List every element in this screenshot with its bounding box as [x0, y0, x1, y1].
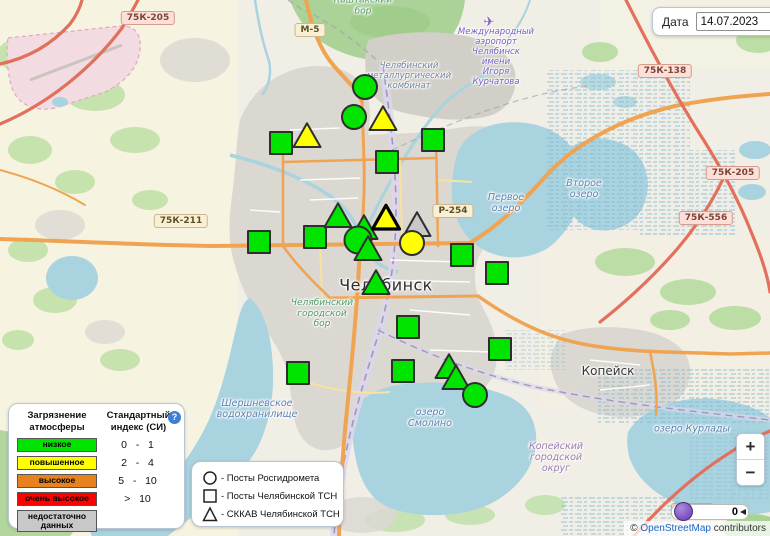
si-range: > 10	[97, 493, 178, 505]
info-icon[interactable]: ?	[168, 411, 181, 424]
stations-legend-label: - СККАВ Челябинской ТСН	[221, 509, 340, 520]
osm-link[interactable]: OpenStreetMap	[640, 523, 711, 534]
pollution-column-title: Загрязнение атмосферы	[15, 410, 99, 434]
attribution: © OpenStreetMap contributors	[624, 521, 770, 536]
pollution-legend: Загрязнение атмосферы Стандартный индекс…	[8, 403, 185, 529]
stations-legend-row: - Посты Челябинской ТСН	[202, 487, 343, 505]
pollution-legend-row: низкое0 - 1	[15, 438, 178, 452]
square-legend-icon	[202, 488, 221, 504]
stations-legend-row: - Посты Росгидромета	[202, 469, 343, 487]
date-label: Дата	[662, 15, 689, 29]
air-quality-map-app: ЧелябинскКопейскЧелябинскийметаллургичес…	[0, 0, 770, 536]
pollution-level-chip: повышенное	[17, 456, 97, 470]
date-input[interactable]	[696, 12, 770, 31]
pollution-level-chip: высокое	[17, 474, 97, 488]
stations-legend: - Посты Росгидромета - Посты Челябинской …	[191, 461, 344, 527]
si-range: 0 - 1	[97, 439, 178, 451]
pollution-legend-row: высокое5 - 10	[15, 474, 178, 488]
slider-value: 0	[732, 506, 738, 518]
circle-legend-icon	[202, 470, 221, 486]
stations-legend-label: - Посты Росгидромета	[221, 473, 319, 484]
stations-legend-label: - Посты Челябинской ТСН	[221, 491, 337, 502]
slider-cursor-icon	[740, 509, 746, 515]
date-panel: Дата	[652, 7, 770, 36]
triangle-legend-icon	[202, 506, 221, 522]
attribution-suffix: contributors	[711, 523, 766, 534]
zoom-control: + −	[736, 433, 765, 486]
pollution-legend-row: повышенное2 - 4	[15, 456, 178, 470]
time-slider[interactable]: 0	[671, 504, 749, 520]
si-range: 2 - 4	[97, 457, 178, 469]
pollution-legend-row: очень высокое> 10	[15, 492, 178, 506]
si-range: 5 - 10	[97, 475, 178, 487]
pollution-legend-row: недостаточно данных	[15, 510, 178, 533]
stations-legend-row: - СККАВ Челябинской ТСН	[202, 505, 343, 523]
zoom-in-button[interactable]: +	[737, 434, 764, 460]
pollution-legend-header: Загрязнение атмосферы Стандартный индекс…	[15, 410, 178, 434]
pollution-level-chip: недостаточно данных	[17, 510, 97, 533]
attribution-prefix: ©	[630, 523, 640, 534]
pollution-level-chip: низкое	[17, 438, 97, 452]
pollution-level-chip: очень высокое	[17, 492, 97, 506]
index-column-title: Стандартный индекс (СИ) ?	[99, 410, 178, 434]
pollution-legend-rows: низкое0 - 1повышенное2 - 4высокое5 - 10о…	[15, 438, 178, 533]
slider-handle[interactable]	[674, 502, 693, 521]
zoom-out-button[interactable]: −	[737, 460, 764, 485]
